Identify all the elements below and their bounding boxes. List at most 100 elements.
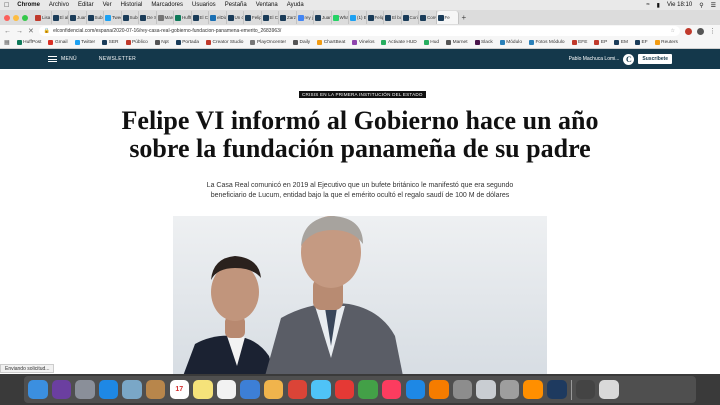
system-preferences-icon[interactable] xyxy=(452,379,473,400)
bookmark-item[interactable]: PlayOncenter xyxy=(250,40,286,45)
bookmark-item[interactable]: Creator Studio xyxy=(206,40,243,45)
browser-tab[interactable]: Juan xyxy=(69,11,87,24)
maximize-window-button[interactable] xyxy=(22,14,28,21)
new-tab-button[interactable]: + xyxy=(462,13,467,22)
browser-tab[interactable]: rey ju xyxy=(297,11,314,24)
bookmark-item[interactable]: SER xyxy=(102,40,119,45)
quicktime-icon[interactable] xyxy=(547,379,567,400)
browser-tab[interactable]: Conv xyxy=(419,11,437,24)
bookmark-item[interactable]: Público xyxy=(125,40,148,45)
books-icon[interactable] xyxy=(429,379,449,400)
apps-grid-icon[interactable]: ▦ xyxy=(4,39,10,46)
browser-tab[interactable]: Felip xyxy=(244,11,262,24)
user-name[interactable]: Pablo Machuca Lomi... xyxy=(569,56,620,62)
menu-item-editar[interactable]: Editar xyxy=(78,2,94,8)
stop-icon[interactable]: ✕ xyxy=(28,27,34,35)
reminders-icon[interactable] xyxy=(216,379,237,400)
browser-tab[interactable]: Fe xyxy=(436,11,459,24)
browser-tab[interactable]: El bu xyxy=(384,11,402,24)
bookmark-star-icon[interactable]: ☆ xyxy=(671,28,675,34)
menu-item-archivo[interactable]: Archivo xyxy=(49,2,69,8)
browser-tab[interactable]: (1) El xyxy=(349,11,367,24)
siri-icon[interactable] xyxy=(51,379,72,400)
trash-icon[interactable] xyxy=(599,379,619,400)
contacts-icon[interactable] xyxy=(145,379,166,400)
subscribe-button[interactable]: Suscríbete xyxy=(638,54,672,64)
wifi-icon[interactable]: ≈ xyxy=(646,2,649,8)
facetime-icon[interactable] xyxy=(358,379,378,400)
article-kicker[interactable]: CRISIS EN LA PRIMERA INSTITUCIÓN DEL EST… xyxy=(299,91,426,98)
browser-tab[interactable]: Lisa xyxy=(34,11,52,24)
app-store-icon[interactable] xyxy=(405,379,425,400)
menu-item-chrome[interactable]: Chrome xyxy=(17,2,40,8)
vlc-icon[interactable] xyxy=(523,379,543,400)
browser-tab[interactable]: Marc xyxy=(157,11,174,24)
bookmark-item[interactable]: Gmail xyxy=(48,40,68,45)
bookmark-item[interactable]: Fotos Módulo xyxy=(529,40,565,45)
bookmark-item[interactable]: HuffPost xyxy=(16,40,41,45)
site-logo[interactable]: C xyxy=(623,53,635,65)
bookmark-item[interactable]: Vinelos xyxy=(352,40,374,45)
browser-tab[interactable]: Un ci xyxy=(227,11,244,24)
browser-tab[interactable]: Felip xyxy=(367,11,384,24)
battery-icon[interactable]: ▮ xyxy=(657,2,660,9)
browser-tab[interactable]: De Si xyxy=(139,11,157,24)
browser-tab[interactable]: Subsi xyxy=(122,11,139,24)
chrome-menu-icon[interactable]: ⋮ xyxy=(709,27,716,35)
menu-item-marcadores[interactable]: Marcadores xyxy=(151,2,183,8)
close-window-button[interactable] xyxy=(4,14,10,21)
finder-icon[interactable] xyxy=(28,379,48,400)
browser-tab[interactable]: El alc xyxy=(52,11,69,24)
keynote-icon[interactable] xyxy=(240,379,260,400)
music-icon[interactable] xyxy=(381,379,402,400)
browser-tab[interactable]: HuffP xyxy=(174,11,192,24)
notes-icon[interactable] xyxy=(193,379,213,400)
bookmark-item[interactable]: EF xyxy=(635,40,648,45)
lock-icon[interactable]: 🔒 xyxy=(44,28,50,34)
browser-tab[interactable]: Twee xyxy=(104,11,122,24)
newsletter-link[interactable]: NEWSLETTER xyxy=(99,56,136,62)
launchpad-icon[interactable] xyxy=(75,379,95,400)
profile-avatar[interactable] xyxy=(697,27,704,35)
browser-tab[interactable]: Whats xyxy=(332,11,349,24)
bookmark-item[interactable]: Daily xyxy=(293,40,310,45)
bookmark-item[interactable]: Reuters xyxy=(654,40,678,45)
menu-item-ventana[interactable]: Ventana xyxy=(256,2,278,8)
browser-tab[interactable]: elDia xyxy=(209,11,227,24)
browser-tab[interactable]: Corin xyxy=(402,11,419,24)
browser-tab[interactable]: El Co xyxy=(262,11,279,24)
screenshot-icon[interactable] xyxy=(575,379,596,400)
menu-item-pestaña[interactable]: Pestaña xyxy=(225,2,247,8)
opera-icon[interactable] xyxy=(334,379,355,400)
menu-item-usuarios[interactable]: Usuarios xyxy=(192,2,216,8)
preview-icon[interactable] xyxy=(122,379,142,400)
search-icon[interactable]: ⚲ xyxy=(699,2,703,9)
forward-arrow-icon[interactable]: → xyxy=(16,28,23,35)
apple-icon[interactable]:  xyxy=(4,2,9,9)
bookmark-item[interactable]: Slack xyxy=(474,40,493,45)
calculator-icon[interactable] xyxy=(499,379,520,400)
calendar-icon[interactable]: 17 xyxy=(169,379,190,400)
bookmark-item[interactable]: Portada xyxy=(175,40,199,45)
browser-tab[interactable]: Subsi xyxy=(87,11,104,24)
photos-icon[interactable] xyxy=(263,379,284,400)
safari-icon[interactable] xyxy=(98,379,119,400)
bookmark-item[interactable]: EFE xyxy=(571,40,587,45)
menu-item-ayuda[interactable]: Ayuda xyxy=(287,2,304,8)
notification-center-icon[interactable]: ☰ xyxy=(711,2,716,9)
bookmark-item[interactable]: Módulo xyxy=(499,40,522,45)
browser-tab[interactable]: El Co xyxy=(192,11,209,24)
bookmark-item[interactable]: Npt xyxy=(154,40,169,45)
bookmark-item[interactable]: Activate HUD xyxy=(381,40,417,45)
menu-link[interactable]: MENÚ xyxy=(61,56,77,62)
extension-icon[interactable] xyxy=(685,27,692,35)
bookmark-item[interactable]: ChartBeat xyxy=(317,40,345,45)
chrome-canary-icon[interactable] xyxy=(476,379,496,400)
bookmark-item[interactable]: Twitter xyxy=(74,40,95,45)
menu-item-ver[interactable]: Ver xyxy=(103,2,112,8)
messages-bubble-icon[interactable] xyxy=(311,379,331,400)
bookmark-item[interactable]: EP xyxy=(594,40,607,45)
hamburger-menu-icon[interactable] xyxy=(48,56,57,62)
bookmark-item[interactable]: Marnet xyxy=(446,40,468,45)
minimize-window-button[interactable] xyxy=(13,14,19,21)
